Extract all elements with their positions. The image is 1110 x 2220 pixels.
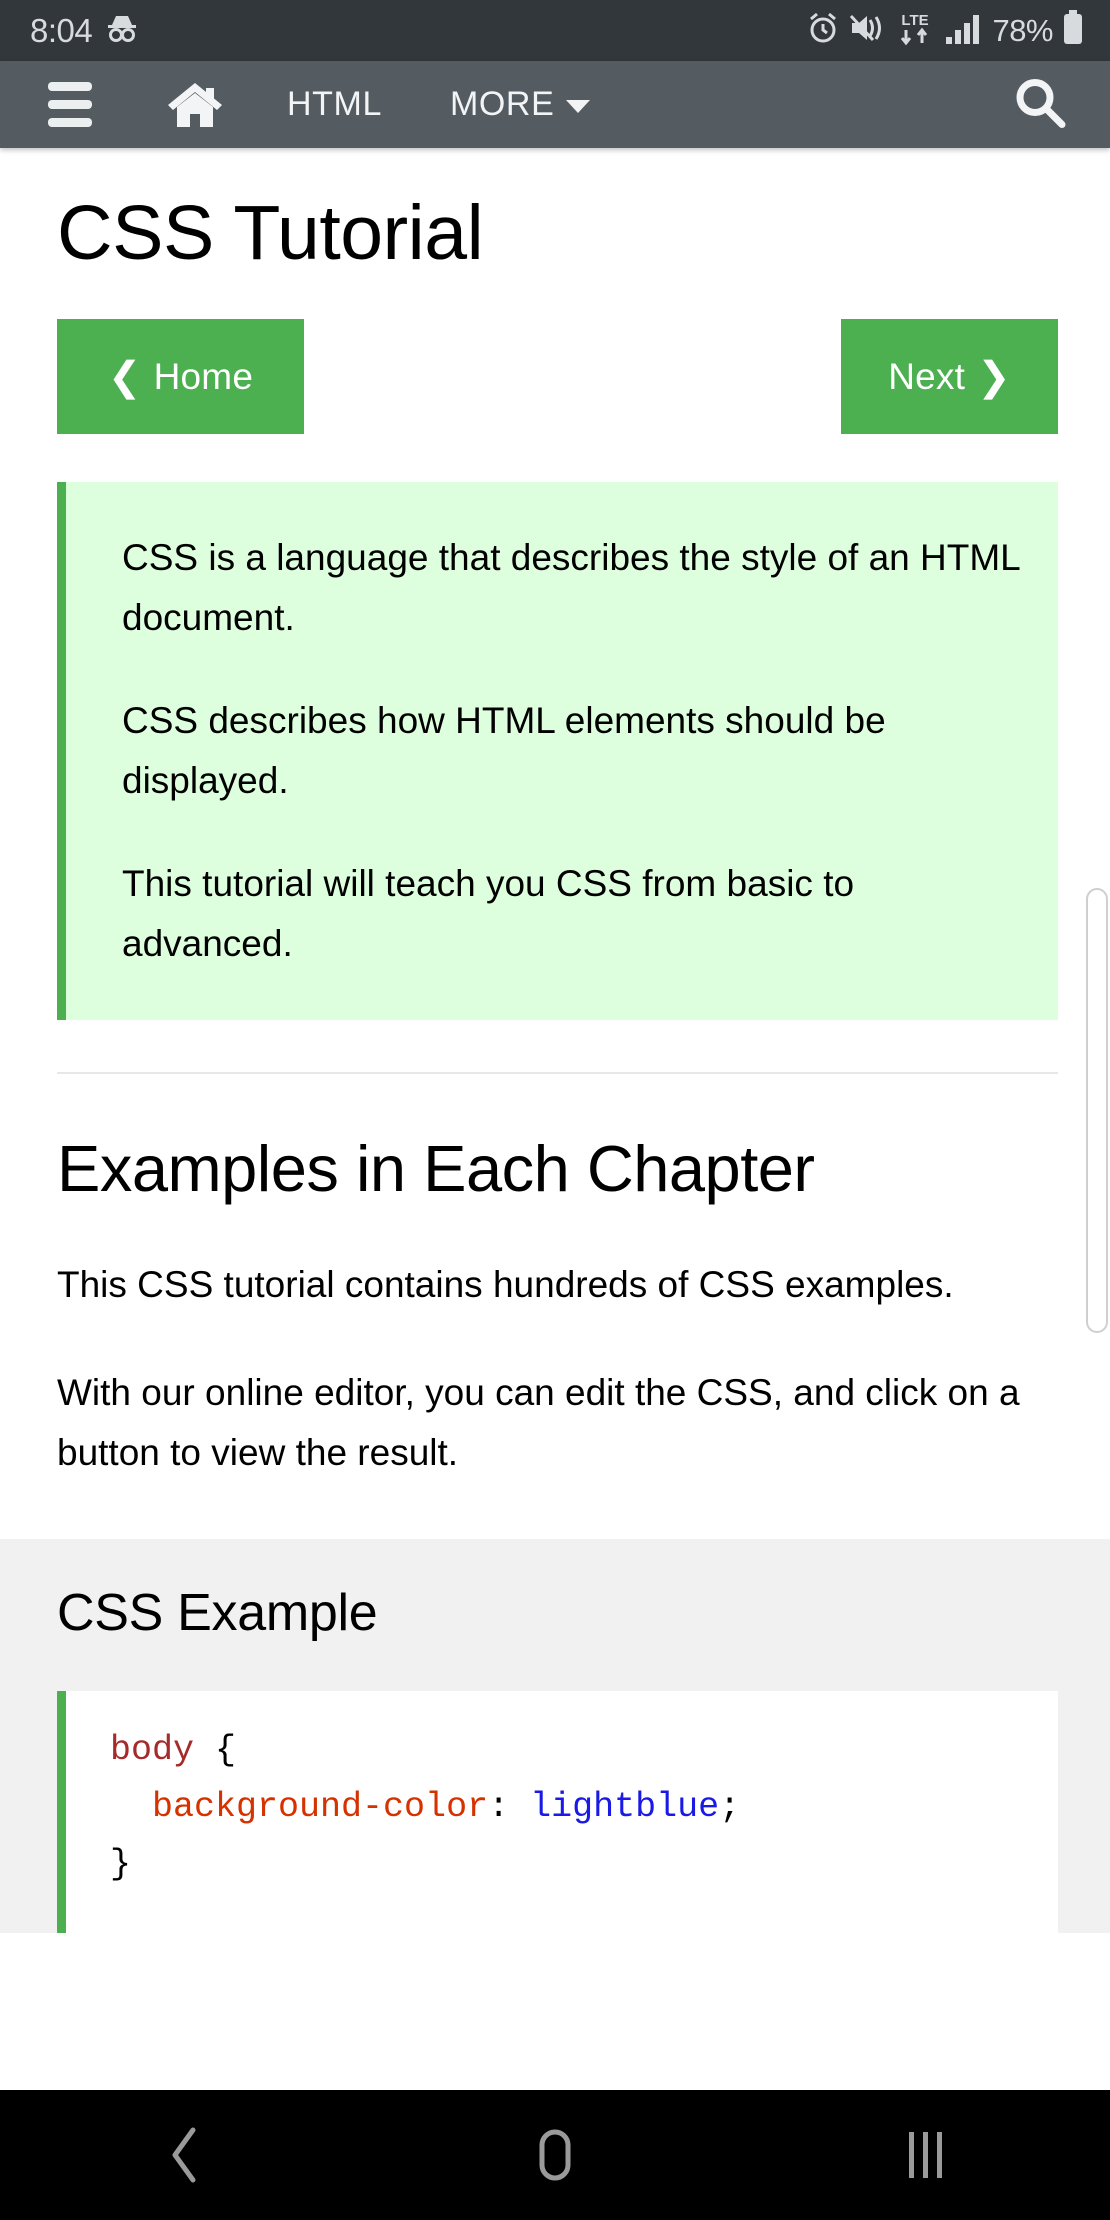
- notice-paragraph: This tutorial will teach you CSS from ba…: [122, 862, 855, 964]
- notice-paragraph: CSS describes how HTML elements should b…: [122, 699, 886, 801]
- hamburger-menu-icon[interactable]: [48, 82, 92, 127]
- signal-bars-icon: [945, 12, 983, 49]
- recents-bar: [908, 2132, 914, 2178]
- chevron-down-icon: [566, 100, 591, 113]
- search-icon[interactable]: [1012, 74, 1068, 135]
- nav-item-more[interactable]: MORE: [449, 85, 591, 124]
- android-back-button[interactable]: [110, 2090, 260, 2220]
- code-close-brace: }: [110, 1843, 132, 1884]
- android-navigation-bar: [0, 2090, 1110, 2220]
- lte-data-icon: LTE: [894, 10, 936, 51]
- next-button[interactable]: Next ❯: [841, 319, 1058, 434]
- code-selector: body: [110, 1730, 195, 1771]
- android-recents-button[interactable]: [850, 2090, 1000, 2220]
- chevron-left-icon: ❮: [107, 354, 142, 399]
- body-paragraph: With our online editor, you can edit the…: [57, 1371, 1020, 1473]
- code-open-brace: {: [194, 1730, 237, 1771]
- status-clock: 8:04: [30, 11, 93, 49]
- android-home-button[interactable]: [480, 2090, 630, 2220]
- css-example-panel: CSS Example body { background-color: lig…: [0, 1539, 1110, 1933]
- section-heading: Examples in Each Chapter: [57, 1131, 815, 1205]
- recents-bar: [936, 2132, 942, 2178]
- recents-bar: [922, 2132, 928, 2178]
- example-title: CSS Example: [57, 1584, 378, 1643]
- hamburger-bar: [48, 118, 92, 127]
- status-bar-right: LTE 78%: [806, 10, 1084, 51]
- nav-item-more-label: MORE: [449, 85, 555, 123]
- site-top-navigation: HTML MORE: [0, 61, 1110, 148]
- code-block[interactable]: body { background-color: lightblue; }: [57, 1691, 1058, 1933]
- android-status-bar: 8:04 LTE 78%: [0, 0, 1110, 61]
- body-paragraph: This CSS tutorial contains hundreds of C…: [57, 1263, 954, 1305]
- recent-apps-icon: [908, 2132, 942, 2178]
- home-button-label: Home: [153, 355, 254, 397]
- alarm-icon: [806, 11, 840, 50]
- code-property: background-color: [152, 1787, 489, 1828]
- chevron-left-icon: [172, 2127, 196, 2183]
- chevron-right-icon: ❯: [977, 354, 1011, 399]
- home-icon[interactable]: [166, 79, 224, 131]
- svg-text:LTE: LTE: [902, 12, 929, 29]
- hamburger-bar: [48, 100, 92, 109]
- home-circle-icon: [539, 2129, 571, 2181]
- code-value: lightblue: [530, 1787, 720, 1828]
- code-colon: :: [488, 1787, 531, 1828]
- nav-item-html[interactable]: HTML: [287, 85, 382, 124]
- tutorial-nav-buttons: ❮ Home Next ❯: [0, 319, 1110, 434]
- code-content: body { background-color: lightblue; }: [110, 1722, 1058, 1892]
- code-semicolon: ;: [719, 1787, 741, 1828]
- battery-icon: [1062, 10, 1084, 51]
- battery-percent-label: 78%: [992, 12, 1053, 48]
- intro-notice-box: CSS is a language that describes the sty…: [57, 482, 1058, 1020]
- home-button[interactable]: ❮ Home: [57, 319, 304, 434]
- incognito-icon: [105, 13, 139, 48]
- scrollbar-thumb[interactable]: [1086, 888, 1108, 1333]
- status-bar-left: 8:04: [30, 12, 139, 50]
- notice-paragraph: CSS is a language that describes the sty…: [122, 537, 1020, 638]
- hamburger-bar: [48, 82, 92, 91]
- page-content: CSS Tutorial ❮ Home Next ❯ CSS is a lang…: [0, 148, 1110, 1933]
- phone-screen: 8:04 LTE 78% HTML MORE CSS Tutorial ❮ Ho…: [0, 0, 1110, 2220]
- page-title: CSS Tutorial: [57, 190, 484, 276]
- mute-vibrate-icon: [849, 12, 885, 49]
- next-button-label: Next: [888, 355, 966, 397]
